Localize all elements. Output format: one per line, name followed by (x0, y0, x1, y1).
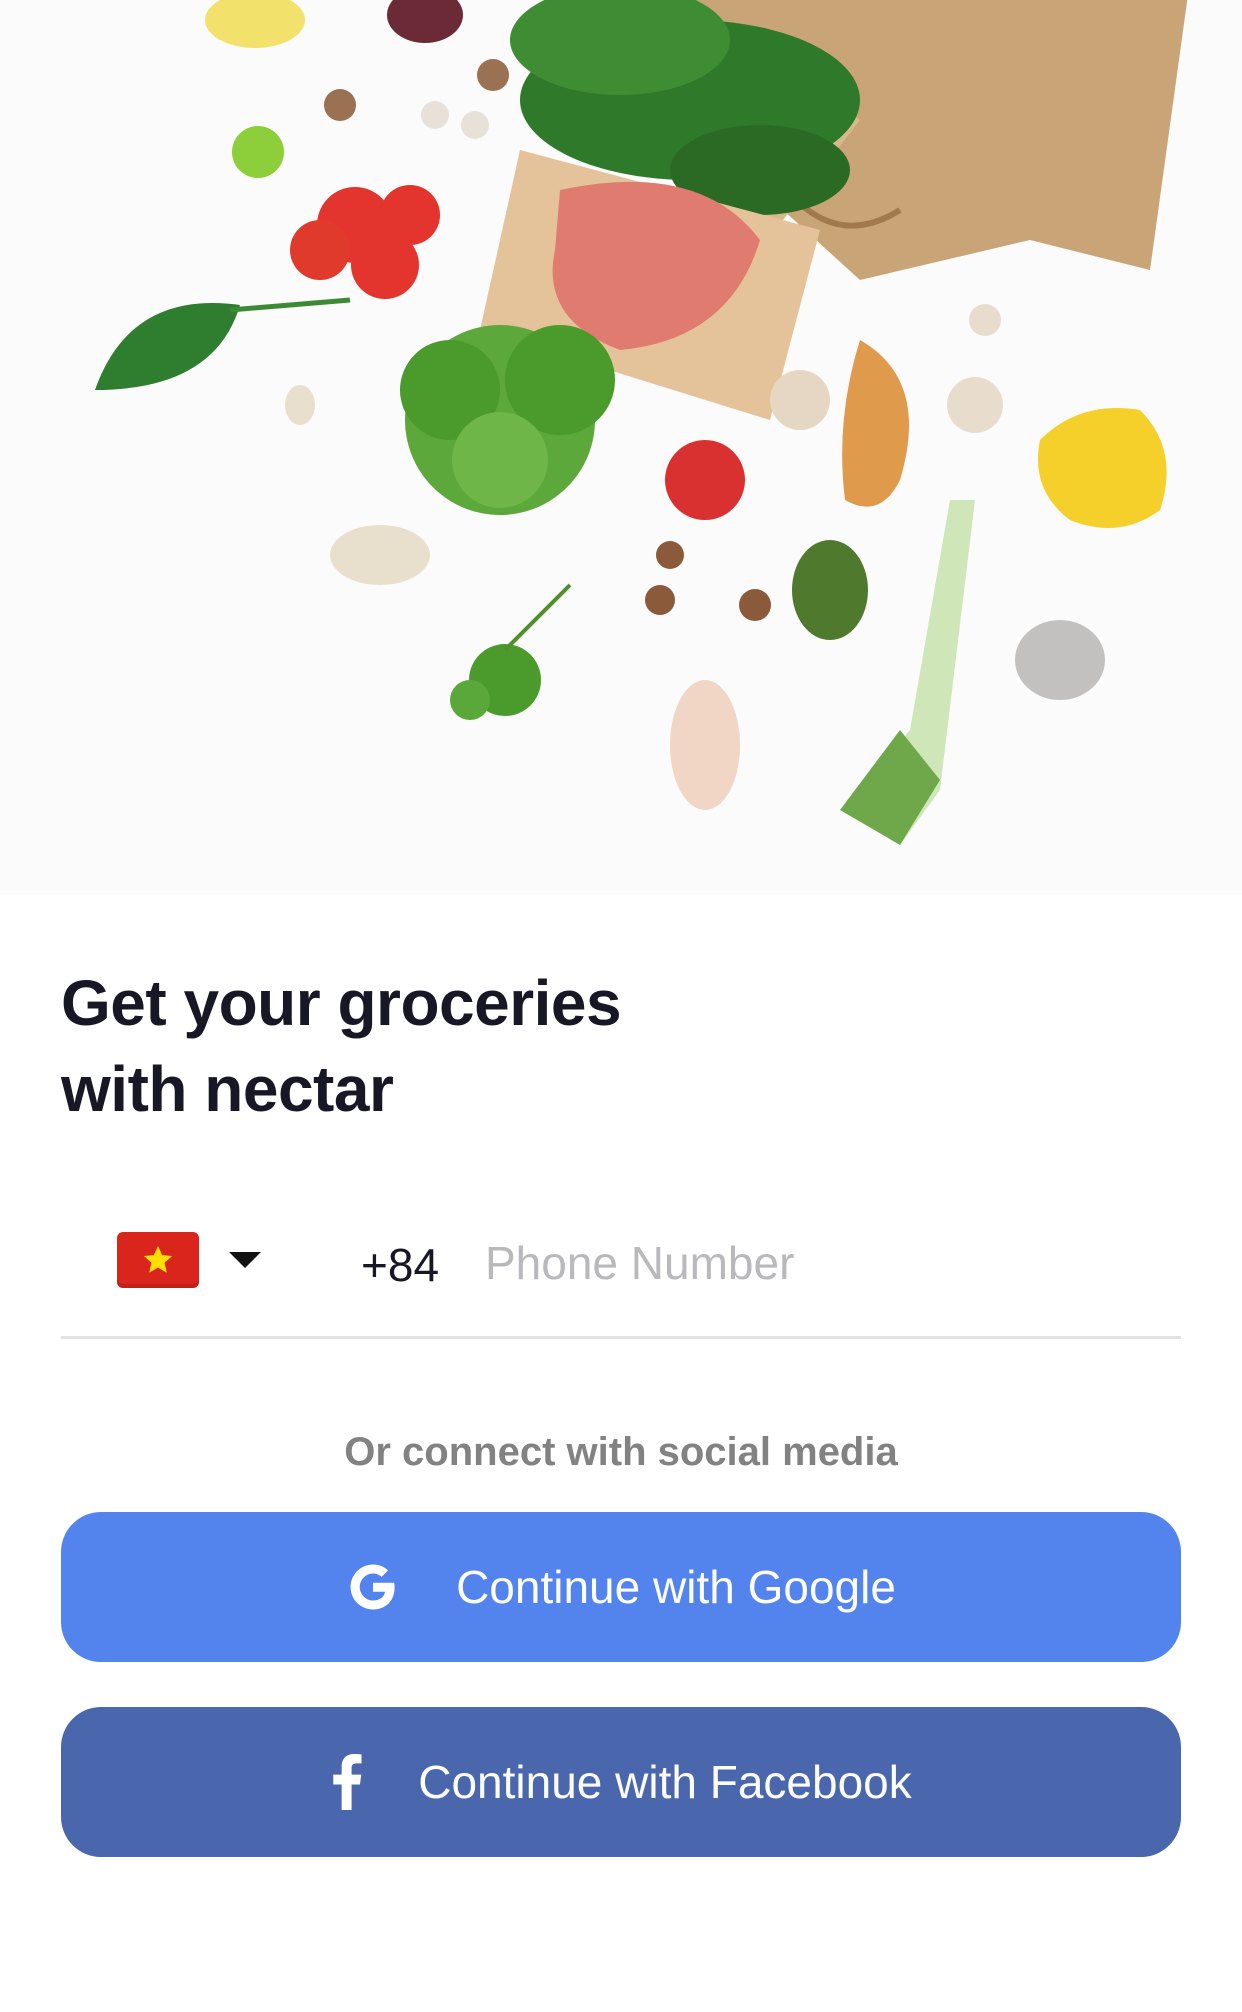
groceries-illustration (0, 0, 1242, 895)
google-icon (346, 1560, 400, 1614)
input-underline (61, 1336, 1181, 1339)
title-line-1: Get your groceries (61, 967, 622, 1039)
facebook-icon (330, 1754, 364, 1810)
facebook-button-label: Continue with Facebook (418, 1756, 912, 1808)
title-line-2: with nectar (61, 1053, 394, 1125)
social-caption: Or connect with social media (344, 1430, 898, 1474)
google-button-label: Continue with Google (456, 1561, 896, 1613)
dial-code: +84 (361, 1239, 440, 1291)
continue-with-facebook-button[interactable]: Continue with Facebook (61, 1707, 1181, 1857)
continue-with-google-button[interactable]: Continue with Google (61, 1512, 1181, 1662)
hero-image (0, 0, 1242, 895)
country-selector[interactable] (117, 1232, 261, 1288)
vietnam-flag-icon (117, 1232, 199, 1288)
chevron-down-icon (229, 1252, 261, 1268)
phone-number-row: +84 (61, 1220, 1181, 1340)
phone-number-input[interactable] (483, 1230, 1127, 1296)
star-icon (143, 1245, 173, 1273)
page-title: Get your groceries with nectar (61, 960, 861, 1132)
